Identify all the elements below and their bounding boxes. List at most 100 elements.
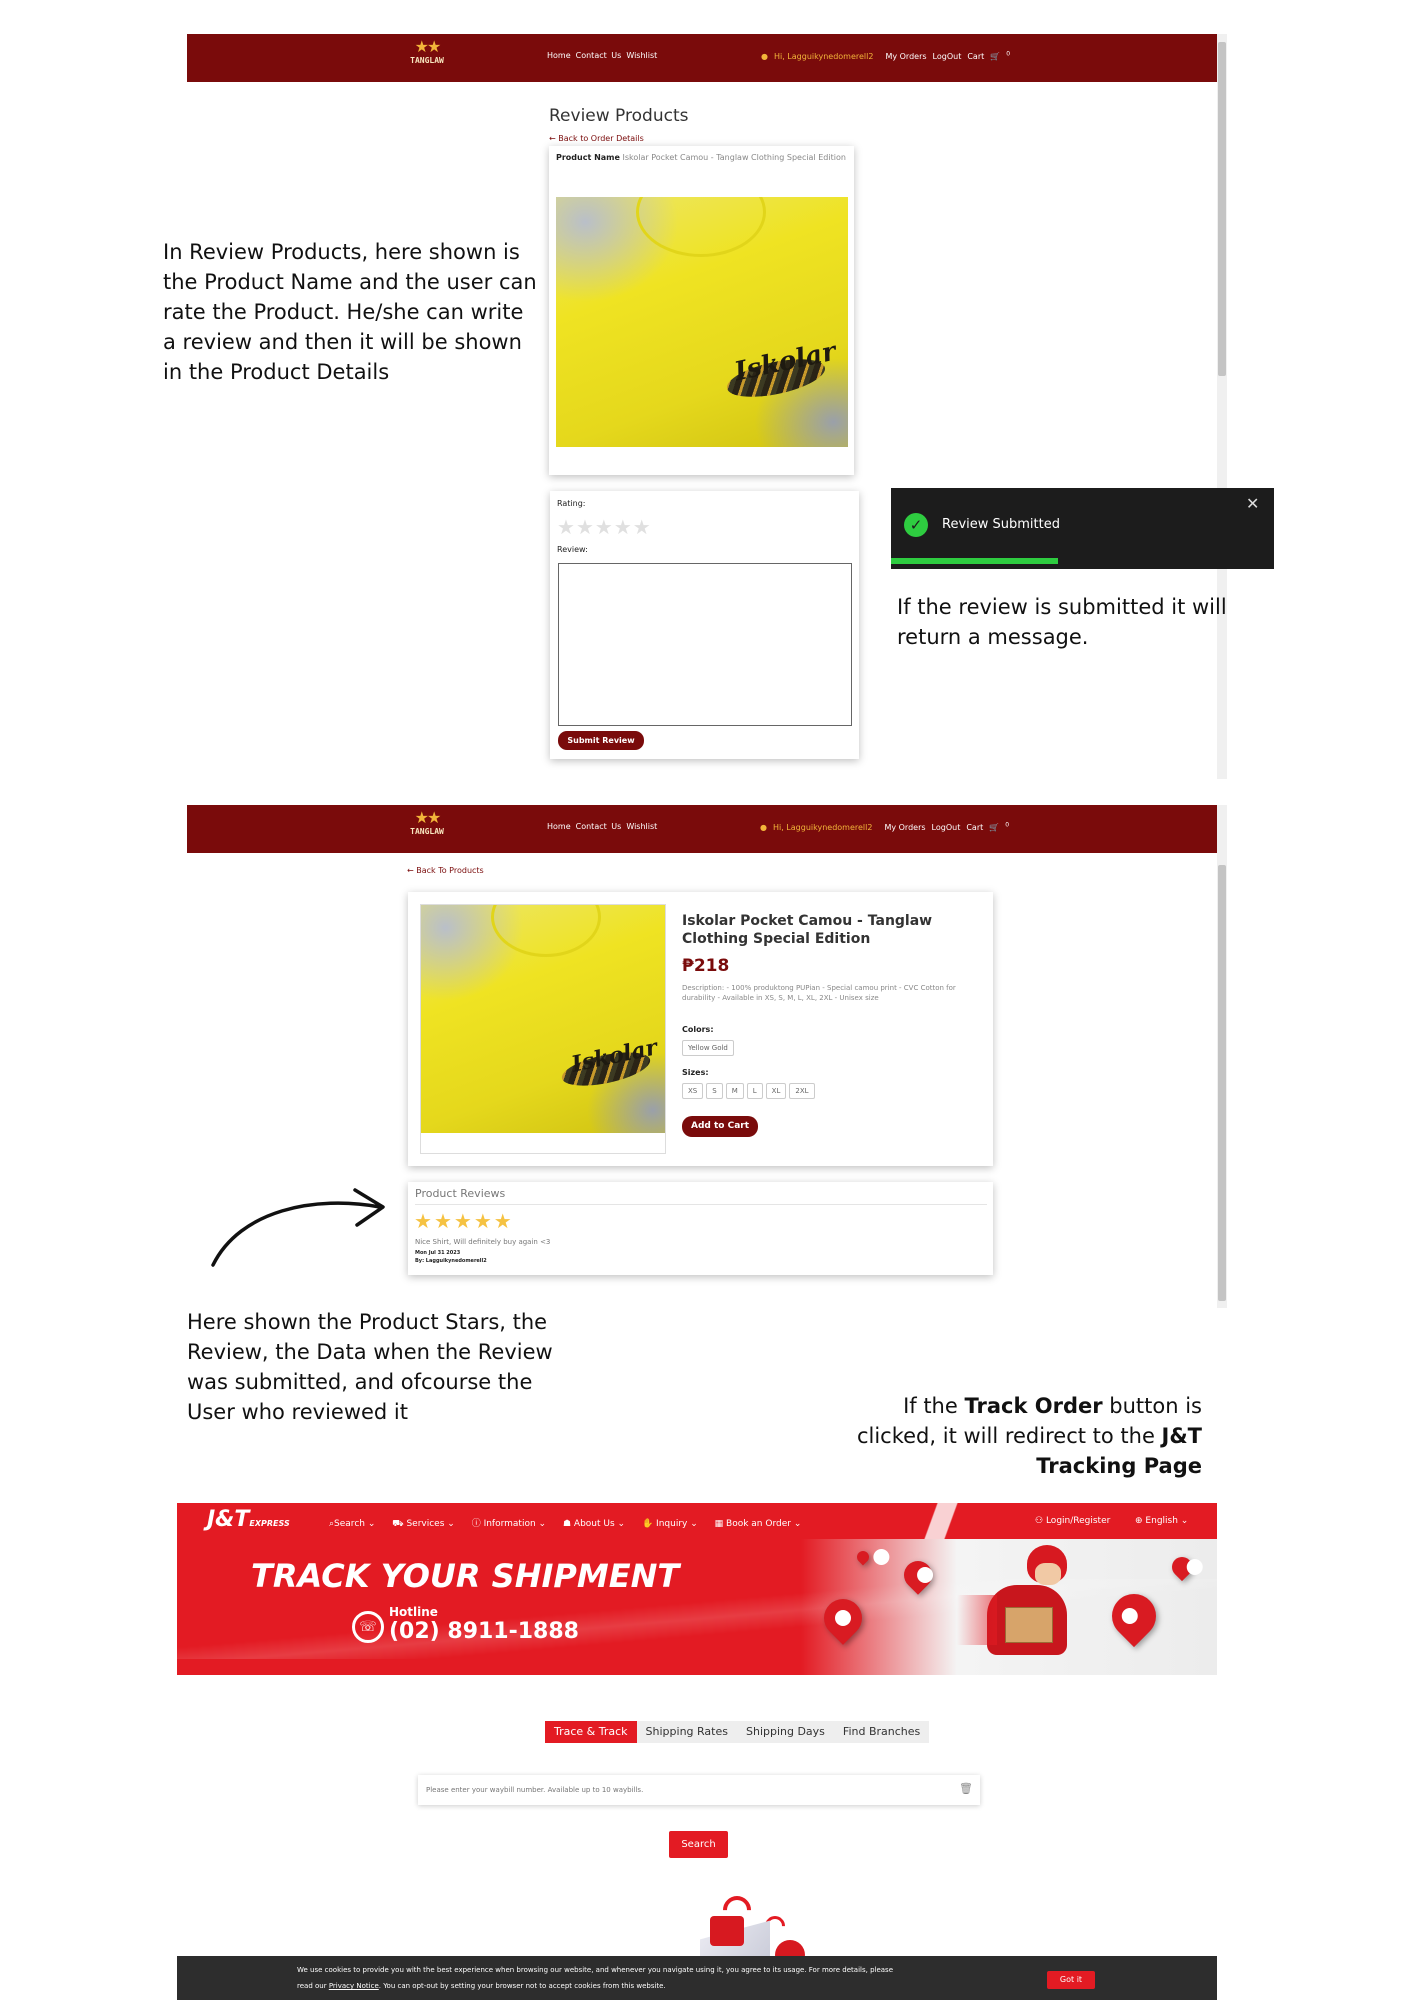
hotline-icon: ☏ — [352, 1611, 384, 1643]
privacy-notice-link[interactable]: Privacy Notice — [329, 1982, 379, 1990]
truck-icon: ⛟ — [392, 1519, 404, 1529]
jt-login[interactable]: ⚇ Login/Register — [1035, 1516, 1110, 1526]
nav-contact-link[interactable]: Contact Us — [576, 822, 622, 831]
product-reviews-card: Product Reviews ★★★★★ Nice Shirt, Will d… — [408, 1182, 993, 1275]
review-stars: ★★★★★ — [414, 1209, 514, 1233]
size-option[interactable]: L — [746, 1083, 763, 1099]
track-annot-part: If the — [903, 1394, 965, 1418]
size-option[interactable]: M — [725, 1083, 744, 1099]
tab-shipping-days[interactable]: Shipping Days — [736, 1721, 834, 1743]
logo-stars-icon: ★★ — [414, 37, 442, 56]
logo-brand: TANGLAW — [410, 56, 444, 65]
tanglaw-logo[interactable]: ★★ TANGLAW — [405, 809, 449, 849]
nav-wishlist-link[interactable]: Wishlist — [626, 51, 657, 60]
add-to-cart-button[interactable]: Add to Cart — [682, 1116, 758, 1137]
review-star-icon: ★ — [473, 1209, 494, 1233]
color-option[interactable]: Yellow Gold — [682, 1040, 734, 1056]
product-name-value: Iskolar Pocket Camou - Tanglaw Clothing … — [622, 153, 846, 162]
page-scrollbar-2[interactable] — [1217, 805, 1227, 1308]
jt-nav-about[interactable]: ☗ About Us ⌄ — [563, 1519, 625, 1529]
user-greeting-text: Hi, Lagguikynedomerell2 — [773, 51, 874, 61]
jt-nav-services[interactable]: ⛟ Services ⌄ — [392, 1519, 455, 1529]
annotation-track-order: If the Track Order button is clicked, it… — [830, 1391, 1202, 1481]
review-textarea[interactable] — [558, 563, 852, 726]
nav-contact-link[interactable]: Contact Us — [576, 51, 622, 60]
toast-close-icon[interactable]: ✕ — [1246, 494, 1259, 513]
annotation-review: In Review Products, here shown is the Pr… — [163, 240, 537, 384]
rating-label: Rating: — [557, 499, 586, 508]
size-option[interactable]: XL — [765, 1083, 787, 1099]
rating-star-icon[interactable]: ★ — [576, 515, 595, 539]
user-greeting[interactable]: ● Hi, Lagguikynedomerell2 — [760, 823, 878, 832]
cart-count: 0 — [1006, 50, 1011, 57]
jt-logo[interactable]: J&TEXPRESS — [207, 1507, 290, 1532]
scrollbar-thumb[interactable] — [1218, 865, 1226, 1301]
cookie-text-part: . You can opt-out by setting your browse… — [378, 1982, 666, 1990]
user-icon: ⚇ — [1035, 1516, 1044, 1526]
hotline-label: Hotline — [389, 1605, 438, 1619]
tanglaw-logo[interactable]: ★★ TANGLAW — [405, 38, 449, 78]
globe-icon: ⊕ — [1135, 1516, 1143, 1526]
jt-nav-inquiry[interactable]: ✋ Inquiry ⌄ — [642, 1519, 698, 1529]
nav-wishlist-link[interactable]: Wishlist — [626, 822, 657, 831]
size-option[interactable]: XS — [682, 1083, 704, 1099]
sizes-label: Sizes: — [682, 1068, 709, 1077]
jt-search-button[interactable]: Search — [669, 1831, 728, 1858]
user-icon: ● — [761, 51, 768, 61]
review-star-icon: ★ — [414, 1209, 434, 1233]
review-text: Nice Shirt, Will definitely buy again <3 — [415, 1238, 551, 1246]
product-image-frame: Iskolar — [420, 904, 666, 1154]
colors-label: Colors: — [682, 1025, 714, 1034]
handshake-icon: ✋ — [641, 1519, 654, 1529]
user-icon: ● — [760, 822, 767, 832]
jt-nav-book[interactable]: ▦ Book an Order ⌄ — [715, 1519, 802, 1529]
nav-logout-link[interactable]: LogOut — [932, 823, 961, 832]
back-to-products-link[interactable]: ← Back To Products — [407, 866, 484, 875]
nav-cart-link[interactable]: Cart 🛒 0 — [967, 50, 1011, 61]
product-image: Iskolar — [556, 197, 848, 447]
nav-my-orders-link[interactable]: My Orders — [885, 52, 926, 61]
tab-shipping-rates[interactable]: Shipping Rates — [636, 1721, 737, 1743]
waybill-input[interactable] — [426, 1782, 946, 1798]
rating-star-icon[interactable]: ★ — [557, 515, 576, 539]
jt-nav-label: Inquiry — [656, 1519, 688, 1529]
user-greeting-text: Hi, Lagguikynedomerell2 — [772, 822, 873, 832]
cookie-got-it-button[interactable]: Got it — [1047, 1971, 1095, 1989]
product-reviews-title: Product Reviews — [415, 1187, 506, 1200]
jt-nav-search[interactable]: ⌕Search ⌄ — [329, 1519, 375, 1529]
submit-review-button[interactable]: Submit Review — [558, 731, 644, 750]
size-option[interactable]: S — [706, 1083, 723, 1099]
rating-star-icon[interactable]: ★ — [633, 515, 652, 539]
trash-icon[interactable]: 🗑 — [959, 1782, 973, 1795]
nav-home-link[interactable]: Home — [547, 51, 571, 60]
tab-trace-track[interactable]: Trace & Track — [545, 1721, 637, 1743]
tab-find-branches[interactable]: Find Branches — [833, 1721, 930, 1743]
back-to-order-details-link[interactable]: ← Back to Order Details — [549, 134, 644, 143]
user-greeting[interactable]: ● Hi, Lagguikynedomerell2 — [761, 52, 879, 61]
cart-label: Cart — [967, 51, 985, 61]
cookie-text-line2: read our Privacy Notice. You can opt-out… — [297, 1982, 666, 1990]
nav-logout-link[interactable]: LogOut — [933, 52, 962, 61]
scrollbar-thumb[interactable] — [1218, 42, 1226, 376]
courier-illustration — [957, 1545, 1087, 1675]
jt-login-label: Login/Register — [1045, 1516, 1111, 1526]
jt-nav-label: Information — [483, 1519, 536, 1529]
tanglaw-navbar-2: ★★ TANGLAW Home Contact Us Wishlist ● Hi, L… — [187, 805, 1217, 853]
product-detail-card: Iskolar Iskolar Pocket Camou - Tanglaw C… — [408, 892, 993, 1166]
nav-cart-link[interactable]: Cart 🛒 0 — [966, 821, 1009, 832]
jt-language-label: English — [1145, 1516, 1178, 1526]
nav-my-orders-link[interactable]: My Orders — [884, 823, 925, 832]
annotation-toast: If the review is submitted it will retur… — [897, 595, 1227, 649]
jt-nav-information[interactable]: ⓘ Information ⌄ — [472, 1519, 546, 1529]
jt-language[interactable]: ⊕ English ⌄ — [1135, 1516, 1188, 1526]
nav-home-link[interactable]: Home — [547, 822, 571, 831]
jt-logo-sub: EXPRESS — [249, 1519, 290, 1528]
size-option[interactable]: 2XL — [789, 1083, 815, 1099]
rating-stars[interactable]: ★★★★★ — [557, 515, 652, 539]
rating-star-icon[interactable]: ★ — [595, 515, 614, 539]
rating-star-icon[interactable]: ★ — [614, 515, 633, 539]
product-card: Product Name Iskolar Pocket Camou - Tang… — [549, 146, 854, 475]
cookie-text-part: read our — [297, 1982, 329, 1990]
jt-service-tabs: Trace & Track Shipping Rates Shipping Days… — [545, 1720, 930, 1743]
page-scrollbar[interactable] — [1217, 34, 1227, 779]
